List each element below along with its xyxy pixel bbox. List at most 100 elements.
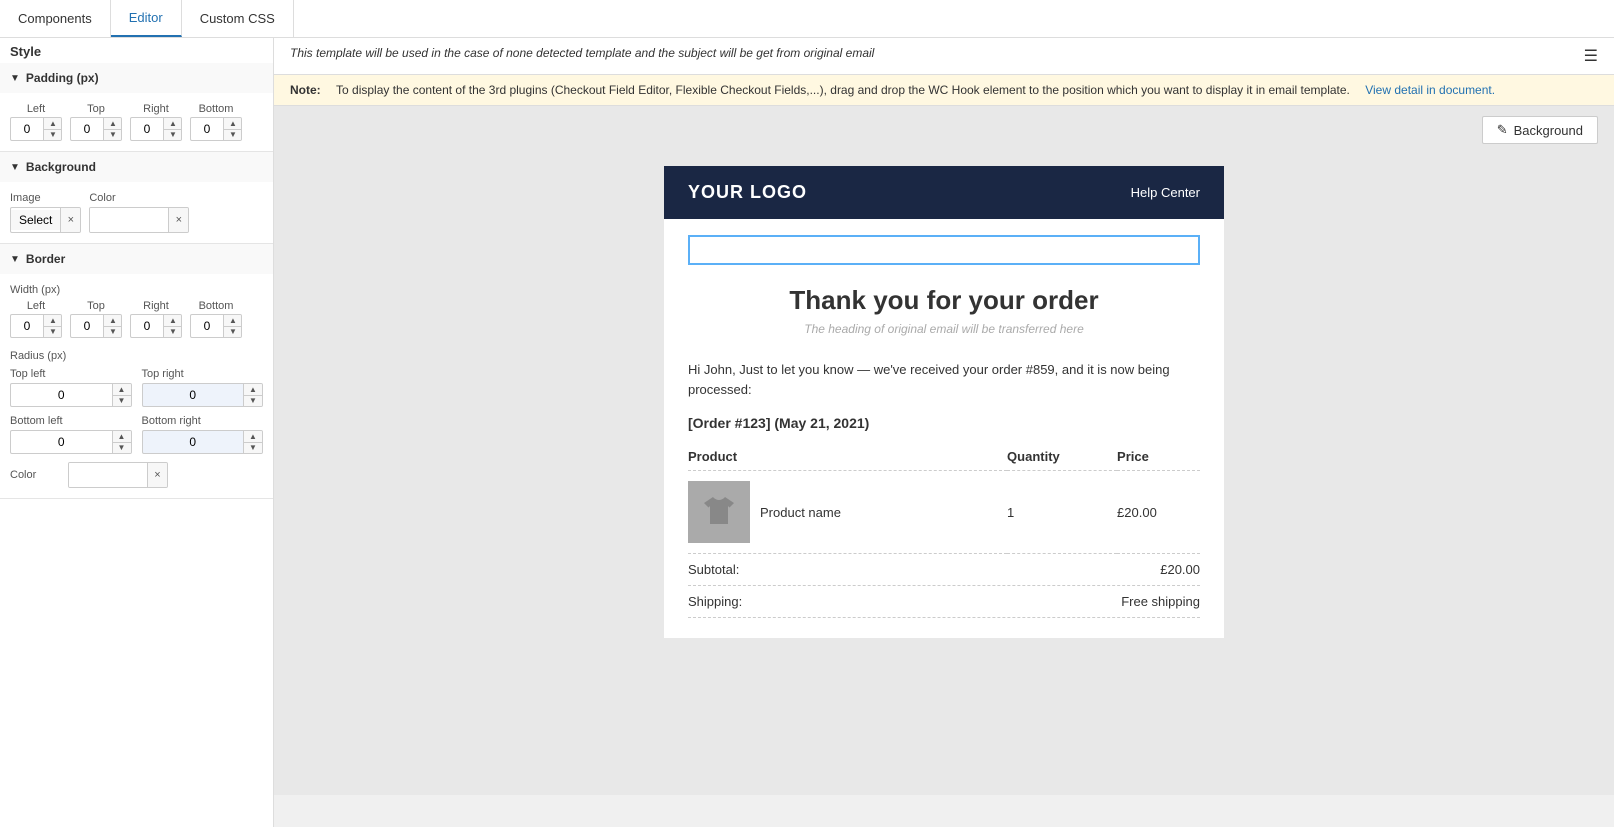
email-logo: YOUR LOGO (688, 182, 807, 203)
padding-top-input[interactable]: ▲ ▼ (70, 117, 122, 141)
radius-tr-up[interactable]: ▲ (244, 384, 262, 395)
note-link[interactable]: View detail in document. (1365, 83, 1495, 97)
col-price: Price (1117, 443, 1200, 471)
email-preview-area: ✎ Background YOUR LOGO Help Center Thank… (274, 106, 1614, 795)
note-label: Note: (290, 83, 321, 97)
background-section-header[interactable]: ▼ Background (0, 152, 273, 182)
background-arrow-icon: ▼ (10, 162, 20, 173)
background-color-clear[interactable]: × (168, 208, 188, 232)
border-section: ▼ Border Width (px) Left Top Right Botto… (0, 244, 273, 499)
product-price: £20.00 (1117, 471, 1200, 554)
border-arrow-icon: ▼ (10, 254, 20, 265)
notice-bar: This template will be used in the case o… (274, 38, 1614, 75)
border-left-input[interactable]: ▲ ▼ (10, 314, 62, 338)
product-thumbnail (688, 481, 750, 543)
radius-br-up[interactable]: ▲ (244, 431, 262, 442)
radius-top-right-input[interactable]: ▲ ▼ (142, 383, 264, 407)
border-bottom-down[interactable]: ▼ (224, 326, 242, 337)
border-color-row: Color × (10, 462, 263, 488)
radius-br-down[interactable]: ▼ (244, 442, 262, 453)
radius-top-left-group: Top left ▲ ▼ (10, 368, 132, 407)
top-tabs: Components Editor Custom CSS (0, 0, 1614, 38)
background-color-input[interactable] (90, 208, 168, 232)
email-card: YOUR LOGO Help Center Thank you for your… (664, 166, 1224, 638)
padding-left-down[interactable]: ▼ (44, 129, 62, 140)
padding-labels: Left Top Right Bottom (10, 103, 263, 115)
padding-bottom-up[interactable]: ▲ (224, 118, 242, 129)
tab-components[interactable]: Components (0, 0, 111, 37)
border-color-clear[interactable]: × (147, 463, 167, 487)
padding-section-header[interactable]: ▼ Padding (px) (0, 63, 273, 93)
tab-custom-css[interactable]: Custom CSS (182, 0, 294, 37)
col-product: Product (688, 443, 1007, 471)
radius-tl-up[interactable]: ▲ (113, 384, 131, 395)
order-table: Product Quantity Price (688, 443, 1200, 554)
padding-left-input[interactable]: ▲ ▼ (10, 117, 62, 141)
border-bottom-input[interactable]: ▲ ▼ (190, 314, 242, 338)
menu-icon: ☰ (1584, 46, 1598, 66)
main-layout: Style ▼ Padding (px) Left Top Right Bott… (0, 38, 1614, 827)
border-left-up[interactable]: ▲ (44, 315, 62, 326)
content-panel: This template will be used in the case o… (274, 38, 1614, 827)
background-section: ▼ Background Image Select × Color (0, 152, 273, 244)
image-select-button[interactable]: Select (11, 210, 60, 230)
email-header: YOUR LOGO Help Center (664, 166, 1224, 219)
summary-subtotal: Subtotal: £20.00 (688, 554, 1200, 586)
border-color-input[interactable] (69, 463, 147, 487)
radius-bottom-row: Bottom left ▲ ▼ Bottom right (10, 415, 263, 454)
padding-section: ▼ Padding (px) Left Top Right Bottom ▲ ▼ (0, 63, 273, 152)
pencil-icon: ✎ (1497, 122, 1508, 138)
radius-bl-down[interactable]: ▼ (113, 442, 131, 453)
radius-top-row: Top left ▲ ▼ Top right (10, 368, 263, 407)
border-bottom-up[interactable]: ▲ (224, 315, 242, 326)
image-color-row: Image Select × Color × (10, 192, 263, 233)
padding-top-down[interactable]: ▼ (104, 129, 122, 140)
notice-text: This template will be used in the case o… (290, 46, 874, 60)
image-clear-button[interactable]: × (60, 208, 80, 232)
padding-left-up[interactable]: ▲ (44, 118, 62, 129)
border-right-input[interactable]: ▲ ▼ (130, 314, 182, 338)
sidebar: Style ▼ Padding (px) Left Top Right Bott… (0, 38, 274, 827)
background-color-wrap: × (89, 207, 189, 233)
product-cell: Product name (688, 471, 1007, 554)
padding-right-down[interactable]: ▼ (164, 129, 182, 140)
border-section-header[interactable]: ▼ Border (0, 244, 273, 274)
email-title: Thank you for your order (688, 285, 1200, 316)
padding-inputs: ▲ ▼ ▲ ▼ ▲ (10, 117, 263, 141)
color-group: Color × (89, 192, 189, 233)
radius-bottom-right-group: Bottom right ▲ ▼ (142, 415, 264, 454)
image-group: Image Select × (10, 192, 81, 233)
radius-top-right-group: Top right ▲ ▼ (142, 368, 264, 407)
radius-bottom-left-input[interactable]: ▲ ▼ (10, 430, 132, 454)
padding-arrow-icon: ▼ (10, 73, 20, 84)
border-right-up[interactable]: ▲ (164, 315, 182, 326)
email-greeting: Hi John, Just to let you know — we've re… (688, 360, 1200, 399)
border-width-inputs: ▲ ▼ ▲ ▼ ▲ (10, 314, 263, 338)
padding-top-up[interactable]: ▲ (104, 118, 122, 129)
email-subtitle: The heading of original email will be tr… (688, 322, 1200, 336)
border-top-input[interactable]: ▲ ▼ (70, 314, 122, 338)
plugin-note: Note: To display the content of the 3rd … (274, 75, 1614, 106)
radius-bottom-right-input[interactable]: ▲ ▼ (142, 430, 264, 454)
border-top-down[interactable]: ▼ (104, 326, 122, 337)
image-select-wrap: Select × (10, 207, 81, 233)
background-section-content: Image Select × Color × (0, 182, 273, 243)
radius-top-left-input[interactable]: ▲ ▼ (10, 383, 132, 407)
padding-right-input[interactable]: ▲ ▼ (130, 117, 182, 141)
padding-bottom-input[interactable]: ▲ ▼ (190, 117, 242, 141)
tab-editor[interactable]: Editor (111, 0, 182, 37)
padding-right-up[interactable]: ▲ (164, 118, 182, 129)
border-top-up[interactable]: ▲ (104, 315, 122, 326)
radius-bl-up[interactable]: ▲ (113, 431, 131, 442)
background-button[interactable]: ✎ Background (1482, 116, 1598, 144)
padding-bottom-down[interactable]: ▼ (224, 129, 242, 140)
table-row: Product name 1 £20.00 (688, 471, 1200, 554)
border-section-content: Width (px) Left Top Right Bottom ▲ ▼ (0, 274, 273, 498)
border-left-down[interactable]: ▼ (44, 326, 62, 337)
radius-tl-down[interactable]: ▼ (113, 395, 131, 406)
style-heading: Style (0, 38, 273, 63)
radius-tr-down[interactable]: ▼ (244, 395, 262, 406)
order-ref: [Order #123] (May 21, 2021) (688, 415, 1200, 431)
border-width-label: Width (px) (10, 284, 263, 296)
border-right-down[interactable]: ▼ (164, 326, 182, 337)
